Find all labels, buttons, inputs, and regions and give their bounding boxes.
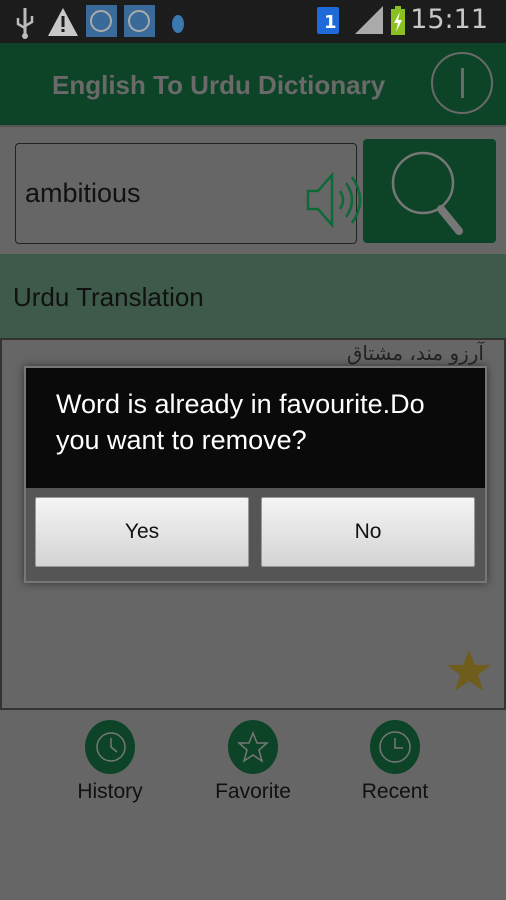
yes-button[interactable]: Yes xyxy=(35,497,249,567)
speaker-icon[interactable] xyxy=(306,171,368,229)
translation-label: Urdu Translation xyxy=(13,282,204,312)
star-icon xyxy=(237,730,269,763)
no-button[interactable]: No xyxy=(261,497,475,567)
nav-recent[interactable]: Recent xyxy=(325,720,465,804)
status-bar: 1 15:11 xyxy=(0,0,506,43)
signal-icon xyxy=(355,6,383,34)
dialog-message: Word is already in favourite.Do you want… xyxy=(26,368,485,488)
clock-icon xyxy=(379,731,411,763)
search-input[interactable]: ambitious xyxy=(15,143,362,244)
nav-recent-label: Recent xyxy=(361,780,429,803)
m-app-icon xyxy=(124,5,155,37)
history-icon xyxy=(96,732,126,762)
search-input-value: ambitious xyxy=(25,178,141,208)
search-icon xyxy=(391,151,463,235)
usb-icon xyxy=(16,8,34,39)
clock: 15:11 xyxy=(410,4,488,35)
app-title: English To Urdu Dictionary xyxy=(52,70,386,100)
translation-header: Urdu Translation xyxy=(0,254,506,338)
info-icon xyxy=(461,68,464,98)
search-button[interactable] xyxy=(363,139,496,243)
sim-1-icon: 1 xyxy=(317,7,339,34)
translation-text: آرزو مند، مشتاق xyxy=(346,341,484,365)
nav-history-label: History xyxy=(77,780,143,803)
nav-favorite[interactable]: Favorite xyxy=(183,720,323,804)
svg-text:1: 1 xyxy=(324,12,337,33)
m-app-icon xyxy=(86,5,117,37)
footprint-icon xyxy=(172,15,184,33)
battery-charging-icon xyxy=(391,6,405,35)
nav-history[interactable]: History xyxy=(40,720,180,804)
confirm-dialog: Word is already in favourite.Do you want… xyxy=(24,366,487,583)
favorite-star-icon[interactable] xyxy=(446,648,492,694)
notification-icons xyxy=(16,5,184,39)
info-button[interactable] xyxy=(431,52,493,114)
warning-icon xyxy=(48,8,78,36)
nav-favorite-label: Favorite xyxy=(215,780,291,803)
system-icons: 1 xyxy=(317,6,405,35)
